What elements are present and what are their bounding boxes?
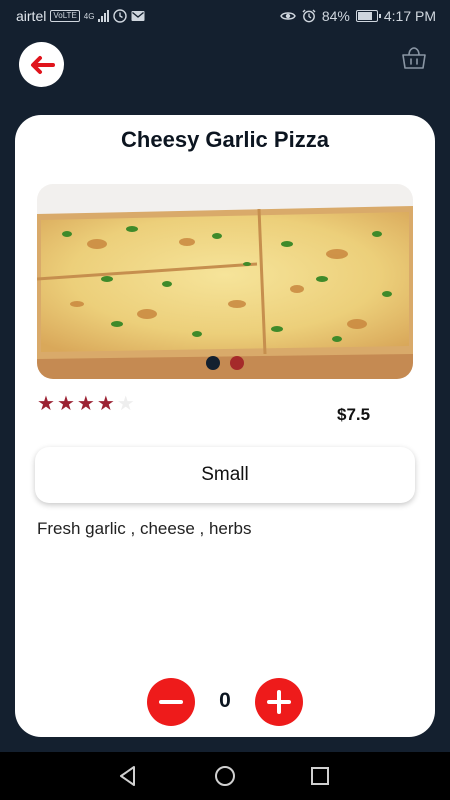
star-icon: ★ — [37, 393, 55, 415]
alarm-icon — [302, 9, 316, 23]
cart-button[interactable] — [398, 43, 430, 73]
product-description: Fresh garlic , cheese , herbs — [37, 519, 252, 538]
triangle-back-icon[interactable] — [116, 764, 140, 788]
image-pager-dots — [15, 356, 435, 370]
product-price: $7.5 — [337, 405, 371, 424]
increase-quantity-button[interactable] — [255, 678, 303, 726]
back-button[interactable] — [19, 42, 64, 87]
star-icon: ★ — [76, 393, 95, 415]
mail-icon — [131, 11, 145, 21]
arrow-left-icon — [30, 55, 55, 74]
battery-percent: 84% — [321, 8, 350, 24]
decrease-quantity-button[interactable] — [147, 678, 195, 726]
product-card: Cheesy Garlic Pizza ★ ★ ★ ★ ★ $7.5 Small… — [15, 115, 435, 737]
quantity-stepper: 0 — [15, 677, 435, 727]
pager-dot-active[interactable] — [206, 356, 220, 370]
minus-icon — [159, 700, 183, 704]
eye-icon — [280, 12, 296, 20]
product-title: Cheesy Garlic Pizza — [121, 127, 329, 152]
rating-stars: ★ ★ ★ ★ ★ — [37, 394, 135, 414]
product-image[interactable] — [37, 184, 413, 379]
star-icon: ★ — [56, 393, 75, 415]
shopping-basket-icon — [402, 47, 426, 69]
star-icon: ★ — [96, 393, 115, 415]
square-recents-icon[interactable] — [308, 764, 332, 788]
carrier-name: airtel — [16, 8, 47, 24]
quantity-value: 0 — [219, 689, 231, 712]
network-type: 4G — [83, 11, 95, 21]
status-left: airtel VoLTE 4G — [16, 8, 145, 24]
status-bar: airtel VoLTE 4G 84% 4:17 PM — [0, 0, 450, 32]
battery-icon — [355, 10, 381, 22]
signal-icon — [98, 10, 110, 22]
volte-badge: VoLTE — [50, 10, 80, 22]
pager-dot[interactable] — [230, 356, 244, 370]
size-selector-button[interactable]: Small — [35, 447, 415, 503]
star-empty-icon: ★ — [116, 393, 135, 415]
plus-icon — [267, 690, 291, 714]
clock-time: 4:17 PM — [383, 8, 436, 24]
status-right: 84% 4:17 PM — [280, 8, 436, 24]
circle-home-icon[interactable] — [213, 764, 237, 788]
clock-icon — [113, 9, 128, 23]
pizza-image — [37, 184, 413, 379]
system-nav-bar — [0, 752, 450, 800]
